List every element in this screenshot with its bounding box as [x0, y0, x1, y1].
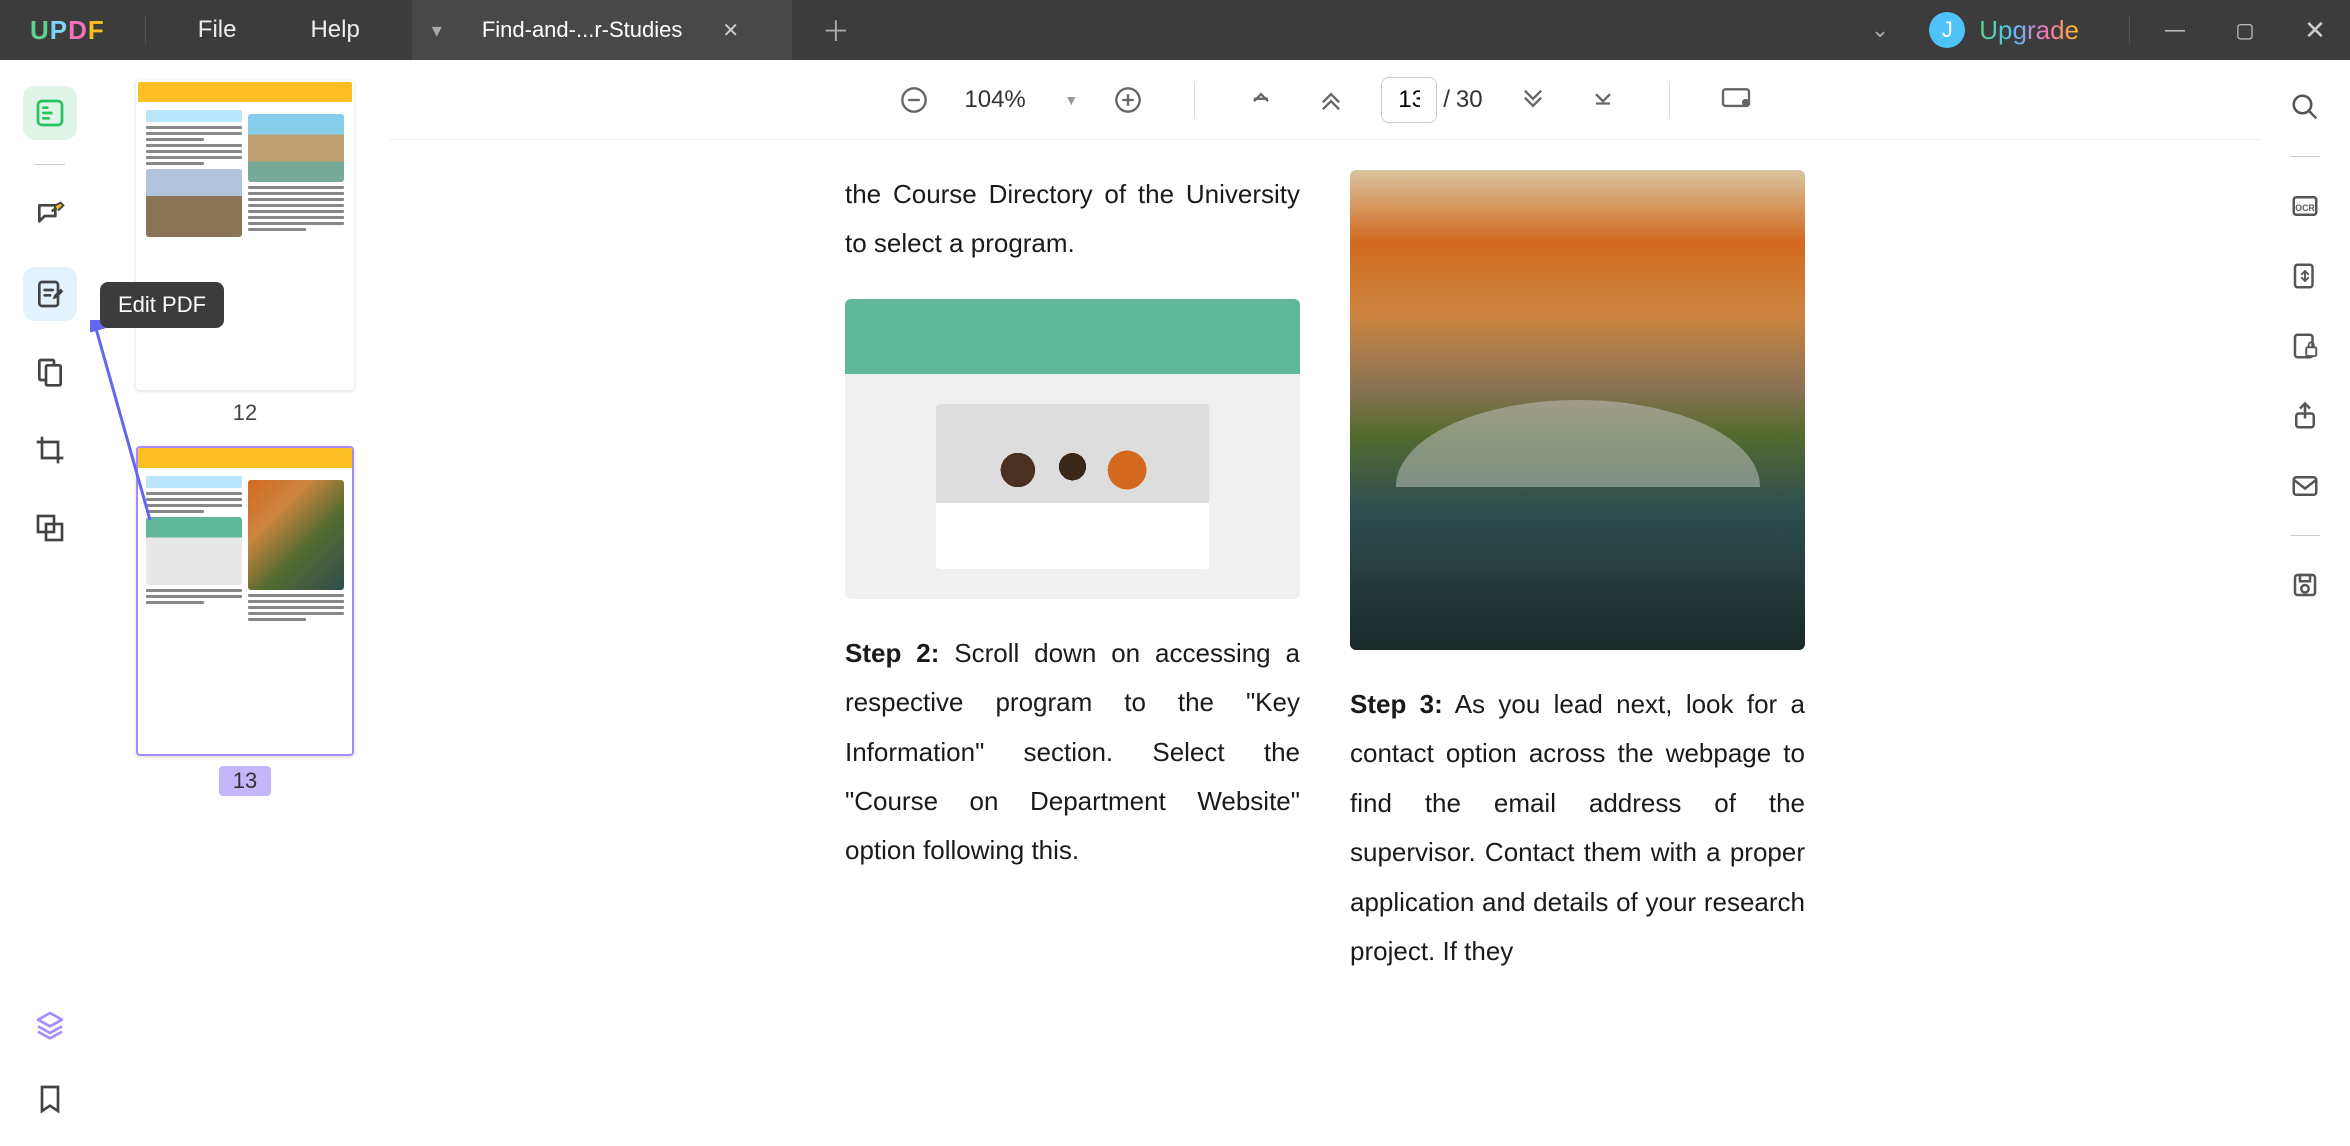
search-icon[interactable] — [2284, 86, 2326, 128]
tooltip-edit-pdf: Edit PDF — [100, 282, 224, 328]
tab-area: ▾ Find-and-...r-Studies ✕ — [412, 0, 792, 60]
left-toolbar: Edit PDF — [0, 60, 100, 1146]
zoom-level: 104% — [964, 86, 1034, 114]
layers-tool[interactable] — [23, 998, 77, 1052]
menu-help[interactable]: Help — [298, 10, 371, 50]
figure-students — [845, 299, 1300, 599]
svg-text:OCR: OCR — [2295, 203, 2315, 213]
divider — [2129, 16, 2130, 44]
page-sep: / — [1443, 86, 1450, 114]
document-scroll[interactable]: the Course Directory of the University t… — [390, 140, 2260, 1146]
batch-tool[interactable] — [23, 501, 77, 555]
page-total: 30 — [1456, 86, 1483, 114]
app-logo: UPDF — [30, 15, 105, 46]
menu-file[interactable]: File — [186, 10, 249, 50]
right-toolbar: OCR — [2260, 60, 2350, 1146]
protect-icon[interactable] — [2284, 325, 2326, 367]
window-controls: — ▢ ✕ — [2140, 0, 2350, 60]
next-page-button[interactable] — [1513, 80, 1553, 120]
figure-bridge — [1350, 170, 1805, 650]
page-column-right: Step 3: As you lead next, look for a con… — [1350, 170, 1805, 1116]
reader-tool[interactable] — [23, 86, 77, 140]
thumbnail-item[interactable]: 12 — [136, 80, 354, 426]
edit-pdf-tool[interactable] — [23, 267, 77, 321]
first-page-button[interactable] — [1241, 80, 1281, 120]
pdf-page: the Course Directory of the University t… — [845, 170, 1805, 1116]
document-tab[interactable]: Find-and-...r-Studies ✕ — [462, 0, 792, 60]
page-column-left: the Course Directory of the University t… — [845, 170, 1300, 1116]
crop-tool[interactable] — [23, 423, 77, 477]
close-window-button[interactable]: ✕ — [2280, 0, 2350, 60]
email-icon[interactable] — [2284, 465, 2326, 507]
document-area: 104% ▼ / 30 the Course Directory of the … — [390, 60, 2260, 1146]
save-icon[interactable] — [2284, 564, 2326, 606]
comment-tool[interactable] — [23, 189, 77, 243]
ocr-icon[interactable]: OCR — [2284, 185, 2326, 227]
thumbnail-page-number: 13 — [219, 766, 271, 796]
page-input[interactable] — [1381, 77, 1437, 123]
upgrade-button[interactable]: Upgrade — [1979, 15, 2079, 46]
main-menu: File Help — [186, 10, 372, 50]
chevron-down-icon[interactable]: ⌄ — [1871, 17, 1889, 43]
minimize-button[interactable]: — — [2140, 0, 2210, 60]
user-avatar[interactable]: J — [1929, 12, 1965, 48]
presentation-button[interactable] — [1716, 80, 1756, 120]
page-indicator: / 30 — [1381, 77, 1482, 123]
main-area: Edit PDF — [0, 60, 2350, 1146]
body-text: the Course Directory of the University t… — [845, 170, 1300, 269]
zoom-out-button[interactable] — [894, 80, 934, 120]
thumbnail-item[interactable]: 13 — [136, 446, 354, 796]
share-icon[interactable] — [2284, 395, 2326, 437]
tab-title: Find-and-...r-Studies — [482, 17, 683, 43]
document-toolbar: 104% ▼ / 30 — [390, 60, 2260, 140]
thumbnail-page-number: 12 — [233, 400, 257, 426]
body-text: Step 3: As you lead next, look for a con… — [1350, 680, 1805, 976]
body-text: Step 2: Scroll down on accessing a respe… — [845, 629, 1300, 876]
convert-icon[interactable] — [2284, 255, 2326, 297]
page-tool[interactable] — [23, 345, 77, 399]
zoom-in-button[interactable] — [1108, 80, 1148, 120]
bookmark-tool[interactable] — [23, 1072, 77, 1126]
tab-list-dropdown[interactable]: ▾ — [412, 0, 462, 60]
titlebar: UPDF File Help ▾ Find-and-...r-Studies ✕… — [0, 0, 2350, 60]
add-tab-button[interactable]: ＋ — [822, 10, 850, 50]
prev-page-button[interactable] — [1311, 80, 1351, 120]
thumbnails-panel[interactable]: 12 13 — [100, 60, 390, 1146]
divider — [35, 164, 65, 165]
last-page-button[interactable] — [1583, 80, 1623, 120]
close-tab-icon[interactable]: ✕ — [722, 18, 739, 43]
divider — [145, 16, 146, 44]
maximize-button[interactable]: ▢ — [2210, 0, 2280, 60]
zoom-dropdown[interactable]: ▼ — [1064, 92, 1078, 108]
